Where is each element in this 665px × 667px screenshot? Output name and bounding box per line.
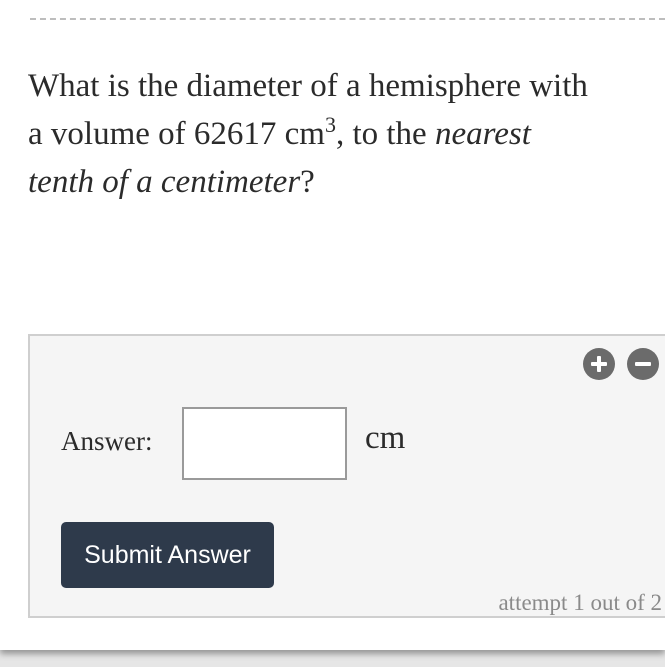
submit-answer-button[interactable]: Submit Answer — [61, 522, 274, 588]
answer-input[interactable] — [182, 407, 347, 480]
question-volume-prefix: a volume of — [28, 116, 194, 152]
emphasis-tenth-of-a-centimeter: tenth of a centimeter — [28, 164, 301, 200]
problem-sheet: What is the diameter of a hemisphere wit… — [0, 0, 665, 650]
answer-panel: Answer: cm Submit Answer attempt 1 out o… — [28, 334, 665, 618]
question-line-1: What is the diameter of a hemisphere wit… — [28, 68, 588, 104]
question-volume-suffix: , to the — [335, 116, 435, 152]
volume-exponent: 3 — [324, 112, 336, 137]
answer-label: Answer: — [61, 426, 153, 456]
attempt-counter: attempt 1 out of 2 — [498, 590, 662, 615]
question-mark: ? — [300, 164, 315, 200]
volume-value: 62617 — [193, 116, 277, 152]
question-line-3: tenth of a centimeter? — [28, 158, 665, 206]
question-text: What is the diameter of a hemisphere wit… — [28, 62, 665, 206]
plus-circle-icon[interactable] — [583, 348, 615, 380]
volume-unit: cm — [284, 116, 325, 152]
dashed-separator — [30, 18, 665, 20]
question-line-2: a volume of 62617 cm3, to the nearest — [28, 110, 665, 158]
answer-unit: cm — [365, 420, 406, 456]
minus-circle-icon[interactable] — [627, 348, 659, 380]
emphasis-nearest: nearest — [434, 116, 531, 152]
